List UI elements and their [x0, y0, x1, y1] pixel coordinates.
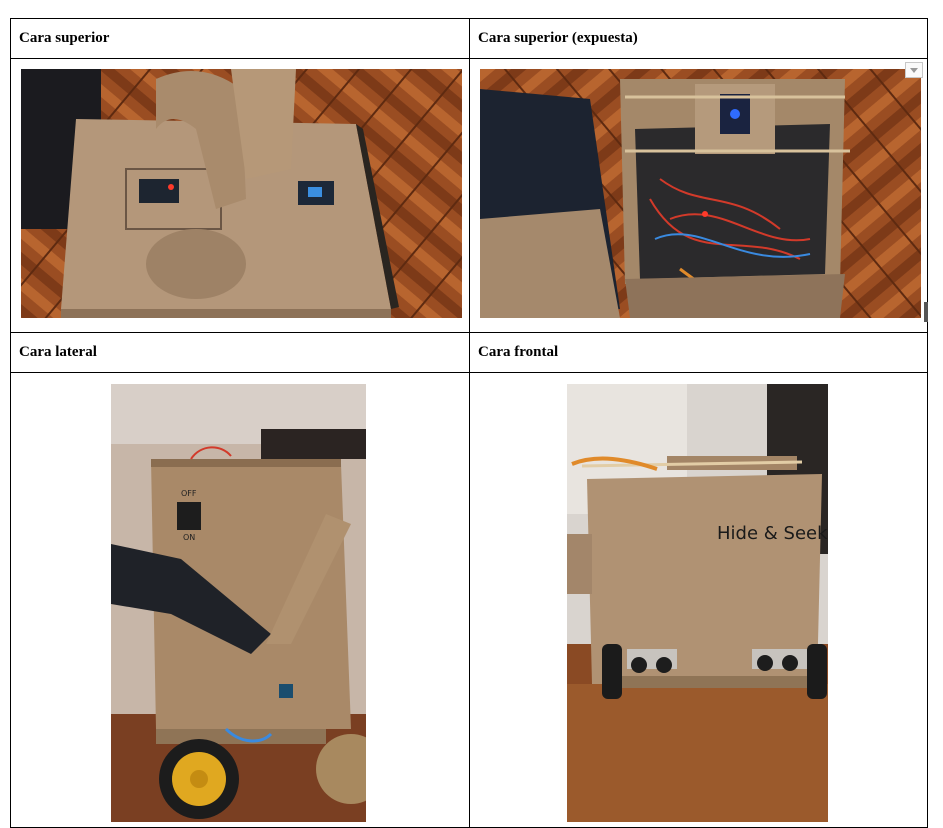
switch-on-label: ON [183, 533, 195, 542]
row-divider [11, 58, 927, 59]
column-divider [469, 19, 470, 827]
photo-cara-frontal: Hide & Seek [567, 384, 828, 822]
chevron-down-icon [910, 68, 918, 73]
photo-cara-lateral: OFF ON [111, 384, 366, 822]
cell-menu-button[interactable] [905, 62, 923, 78]
switch-off-label: OFF [181, 489, 197, 498]
header-cara-frontal: Cara frontal [478, 344, 559, 360]
hide-and-seek-label: Hide & Seek [717, 523, 828, 544]
header-cara-lateral: Cara lateral [19, 344, 97, 360]
scroll-indicator [924, 302, 928, 322]
photo-cara-superior [21, 69, 462, 318]
header-cara-superior-expuesta: Cara superior (expuesta) [478, 30, 638, 46]
row-divider [11, 332, 927, 333]
photo-cara-superior-expuesta [480, 69, 921, 318]
row-divider [11, 372, 927, 373]
header-cara-superior: Cara superior [19, 30, 110, 46]
